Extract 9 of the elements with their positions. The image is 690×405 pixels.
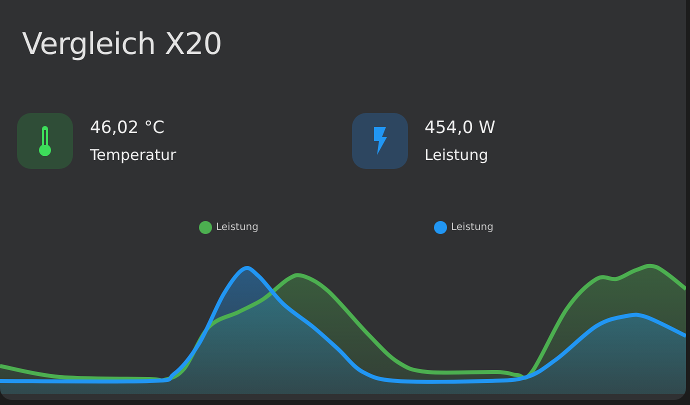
legend-label[interactable]: Leistung — [451, 222, 494, 232]
entity-value: 46,02 °C — [90, 117, 166, 140]
entity-name: Leistung — [424, 145, 490, 166]
thermometer-icon — [38, 126, 52, 156]
lightning-icon — [372, 127, 388, 155]
entity-name: Temperatur — [90, 145, 176, 166]
card-title: Vergleich X20 — [21, 26, 223, 64]
legend-label[interactable]: Leistung — [216, 222, 258, 232]
entity-value: 454,0 W — [424, 117, 496, 140]
